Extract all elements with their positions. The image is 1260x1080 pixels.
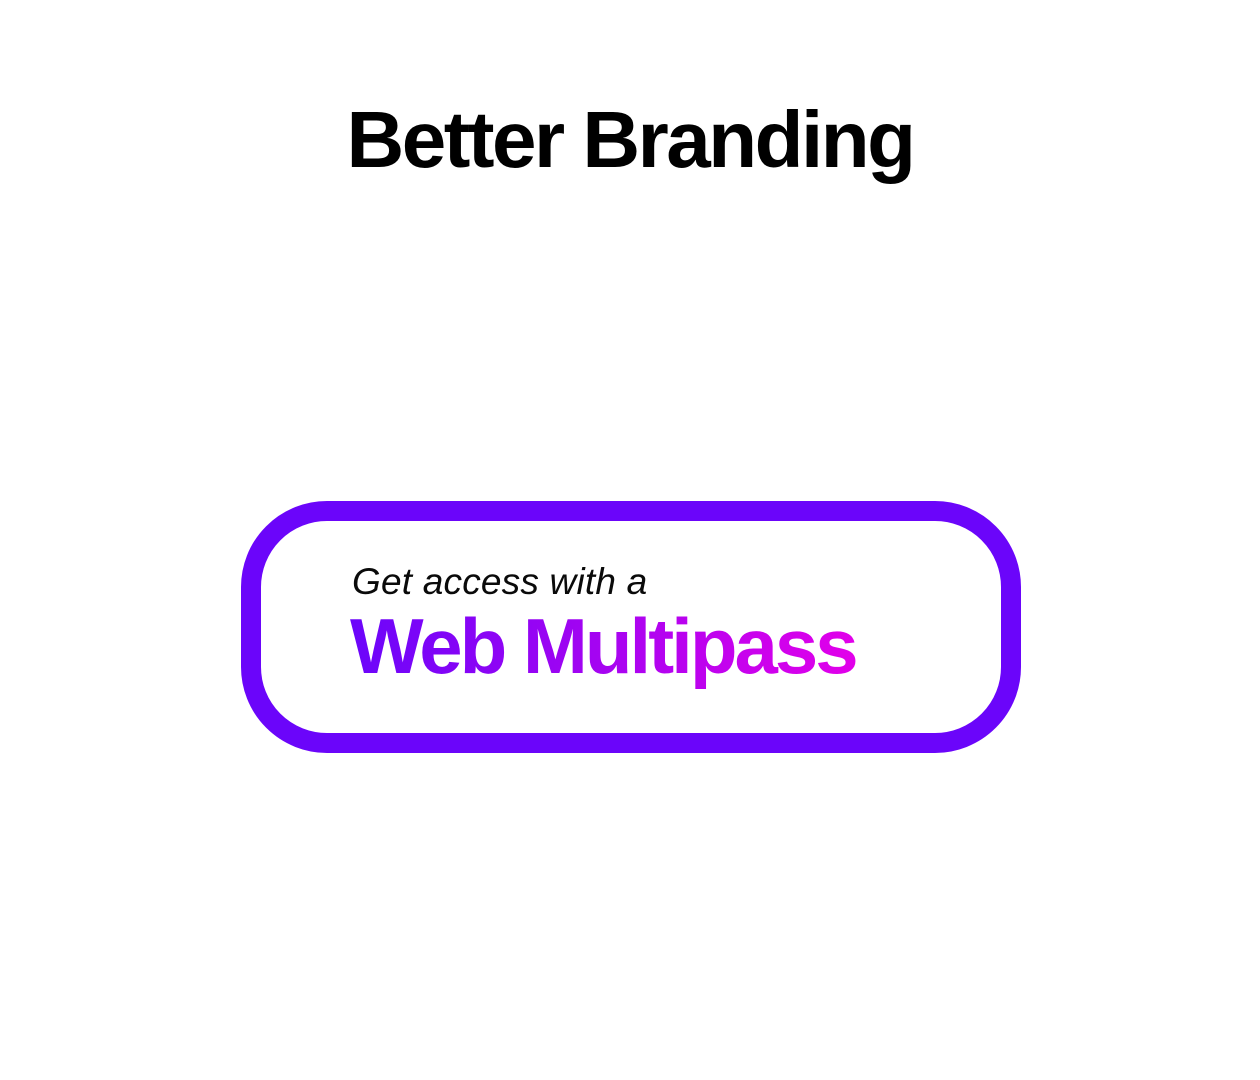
multipass-lead-text: Get access with a (352, 561, 648, 602)
multipass-brand-text: Web Multipass (350, 602, 859, 690)
page-title: Better Branding (346, 95, 917, 184)
